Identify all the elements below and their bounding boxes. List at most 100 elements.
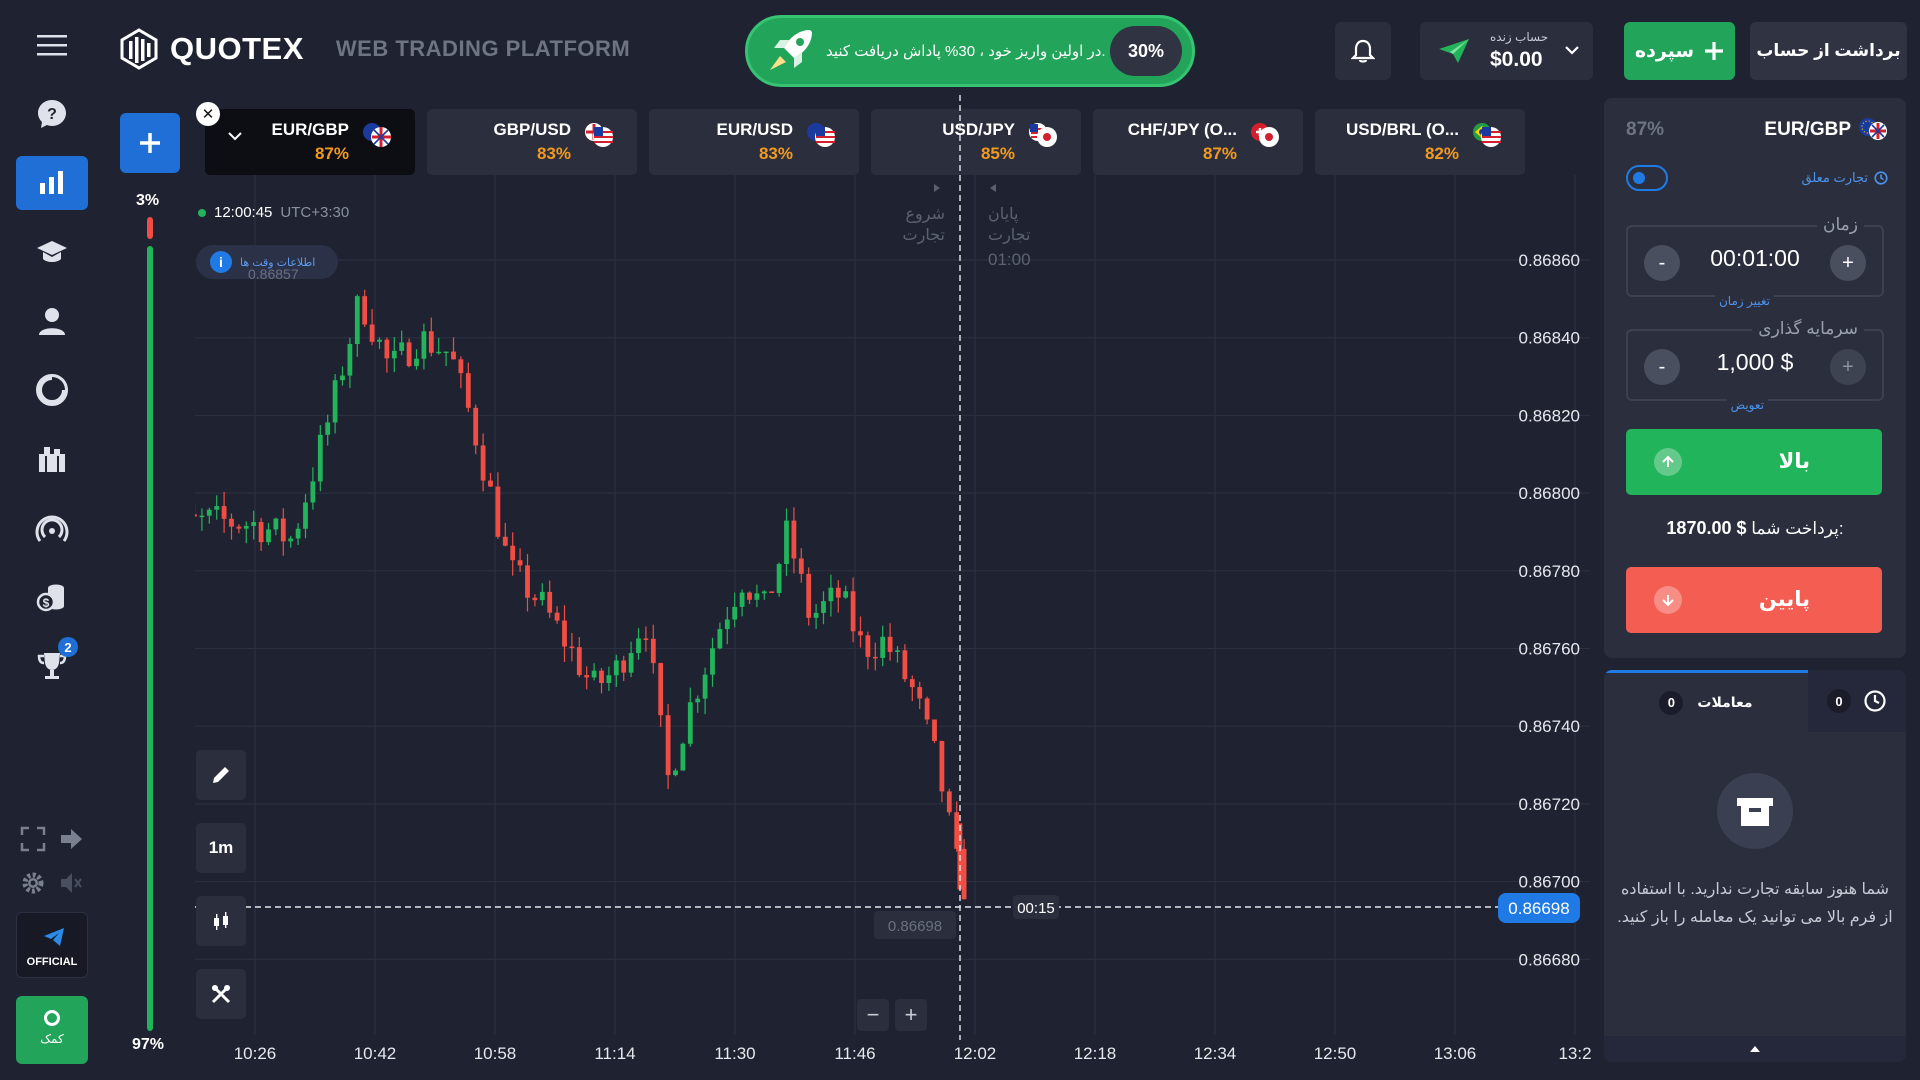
- sidebar: ? $ 2 OFFICIAL کمک: [0, 0, 104, 1080]
- drawing-tool-button[interactable]: [196, 750, 246, 800]
- candle-body: [547, 591, 553, 613]
- time-minus-button[interactable]: -: [1644, 245, 1680, 281]
- zoom-in-button[interactable]: +: [895, 999, 927, 1031]
- candle-body: [606, 675, 612, 683]
- investment-field[interactable]: سرمایه گذاری 1,000 $ - + تعویض: [1626, 319, 1884, 412]
- candle-body: [539, 591, 545, 601]
- candle-body: [510, 545, 516, 561]
- investment-minus-button[interactable]: -: [1644, 349, 1680, 385]
- coins-icon[interactable]: $: [16, 570, 88, 624]
- candle-body: [924, 698, 930, 720]
- tab-trades[interactable]: 0 معاملات: [1604, 670, 1808, 732]
- candle-body: [673, 770, 678, 776]
- candle-body: [724, 619, 730, 630]
- add-asset-button[interactable]: [120, 113, 180, 173]
- sound-icon[interactable]: [58, 870, 84, 901]
- candle-body: [695, 698, 701, 703]
- panel-asset-name[interactable]: EUR/GBP: [1764, 119, 1851, 141]
- fullscreen-icon[interactable]: [20, 826, 46, 857]
- withdraw-button[interactable]: برداشت از حساب: [1750, 22, 1907, 80]
- analytics-icon[interactable]: [16, 363, 88, 417]
- candle-body: [754, 593, 760, 600]
- official-telegram-button[interactable]: OFFICIAL: [16, 912, 88, 978]
- candle-body: [391, 350, 397, 359]
- trades-panel: 0 معاملات 0 شما هنوز سابقه تجارت ندارید.…: [1604, 670, 1906, 1062]
- candle-body: [414, 358, 419, 367]
- down-label: پایین: [1758, 588, 1810, 611]
- candle-body: [872, 656, 878, 659]
- live-dot-icon: [198, 208, 206, 217]
- candle-body: [880, 636, 886, 658]
- price-chart[interactable]: 0.86860 0.86840 0.86820 0.86800 0.86780 0.867…: [195, 0, 1595, 1080]
- high-price-marker: 0.86857: [248, 266, 299, 282]
- switch-currency-link[interactable]: تعویض: [1726, 398, 1768, 412]
- arrow-down-icon: [1654, 586, 1682, 614]
- chart-type-button[interactable]: [196, 896, 246, 946]
- investment-plus-button[interactable]: +: [1830, 349, 1866, 385]
- tab-history[interactable]: 0: [1808, 670, 1906, 732]
- candle-body: [650, 638, 656, 664]
- candle-body: [828, 587, 834, 602]
- candle-body: [562, 620, 567, 647]
- timeframe-button[interactable]: 1m: [196, 823, 246, 873]
- candle-body: [251, 522, 257, 526]
- help-icon[interactable]: ?: [16, 87, 88, 141]
- help-chat-button[interactable]: کمک: [16, 996, 88, 1064]
- end-arrow-icon: [990, 184, 996, 192]
- sentiment-down-percent: 3%: [136, 192, 160, 209]
- empty-box-icon: [1717, 773, 1793, 849]
- candle-body: [636, 638, 641, 654]
- pencil-icon: [213, 767, 229, 783]
- candle-body: [887, 636, 893, 652]
- candle-body: [702, 674, 708, 699]
- candles-icon: [214, 912, 228, 930]
- indicators-button[interactable]: [196, 969, 246, 1019]
- candle-body: [576, 647, 582, 676]
- candle-body: [584, 675, 590, 678]
- trade-start-label-1: شروع: [905, 204, 945, 224]
- candle-body: [480, 445, 486, 481]
- tools-icon: [211, 984, 231, 1004]
- candle-body: [776, 563, 782, 594]
- x-tick-label: 10:58: [474, 1044, 517, 1063]
- trade-end-label-2: تجارت: [988, 225, 1030, 245]
- trade-end-label-1: پایان: [988, 204, 1018, 224]
- settings-icon[interactable]: [20, 870, 46, 901]
- candle-body: [473, 407, 479, 446]
- time-info-chip[interactable]: i اطلاعات وقت ها 0.86857: [196, 245, 338, 282]
- candle-body: [206, 509, 212, 516]
- candle-body: [221, 506, 227, 519]
- pending-trade-toggle[interactable]: [1626, 165, 1668, 191]
- trades-expand-button[interactable]: [1604, 1036, 1906, 1062]
- logout-icon[interactable]: [58, 826, 84, 857]
- zoom-out-button[interactable]: −: [857, 999, 889, 1031]
- time-plus-button[interactable]: +: [1830, 245, 1866, 281]
- change-time-link[interactable]: تغییر زمان: [1714, 294, 1774, 308]
- put-down-button[interactable]: پایین: [1626, 567, 1882, 633]
- svg-text:$: $: [43, 596, 50, 610]
- deposit-button[interactable]: سپرده: [1624, 22, 1735, 80]
- candle-body: [214, 506, 220, 510]
- empty-trades-text: شما هنوز سابقه تجارت ندارید. با استفاده …: [1617, 881, 1893, 926]
- candle-body: [517, 560, 523, 566]
- sentiment-up-percent: 97%: [132, 1036, 165, 1053]
- pending-trade-label[interactable]: تجارت معلق: [1802, 170, 1888, 186]
- trophy-icon[interactable]: 2: [16, 637, 88, 693]
- candle-body: [340, 375, 345, 381]
- chevron-up-icon: [1750, 1046, 1760, 1052]
- chart-icon[interactable]: [16, 156, 88, 210]
- signal-icon[interactable]: [16, 501, 88, 555]
- candle-body: [569, 646, 575, 649]
- education-icon[interactable]: [16, 225, 88, 279]
- profile-icon[interactable]: [16, 294, 88, 348]
- market-icon[interactable]: [16, 432, 88, 486]
- candle-body: [332, 380, 338, 423]
- candle-body: [717, 629, 723, 649]
- time-field[interactable]: زمان 00:01:00 - + تغییر زمان: [1626, 215, 1884, 308]
- candle-body: [591, 670, 597, 678]
- menu-icon[interactable]: [16, 18, 88, 72]
- info-icon: i: [210, 251, 232, 273]
- call-up-button[interactable]: بالا: [1626, 429, 1882, 495]
- candle-body: [377, 339, 382, 342]
- price-tag-left: 0.86698: [888, 918, 942, 935]
